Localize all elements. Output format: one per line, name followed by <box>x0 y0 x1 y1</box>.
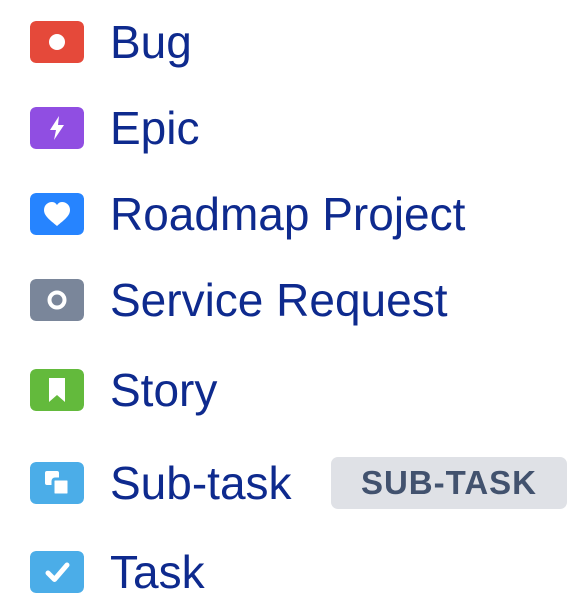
subtask-icon <box>30 462 84 504</box>
task-icon <box>30 551 84 593</box>
issue-type-label: Epic <box>110 102 200 154</box>
sub-task-badge: SUB-TASK <box>331 457 567 509</box>
issue-type-list: Bug Epic Roadmap Project Service Request <box>0 0 570 598</box>
issue-type-label: Story <box>110 364 218 416</box>
issue-type-label: Roadmap Project <box>110 188 466 240</box>
issue-type-story[interactable]: Story <box>0 348 570 432</box>
issue-type-task[interactable]: Task <box>0 530 570 614</box>
issue-type-sub-task[interactable]: Sub-task SUB-TASK <box>0 441 570 525</box>
issue-type-label: Service Request <box>110 274 448 326</box>
story-icon <box>30 369 84 411</box>
epic-icon <box>30 107 84 149</box>
issue-type-label: Sub-task <box>110 457 292 509</box>
issue-type-label: Task <box>110 546 205 598</box>
service-request-icon <box>30 279 84 321</box>
bug-icon <box>30 21 84 63</box>
issue-type-roadmap-project[interactable]: Roadmap Project <box>0 172 570 256</box>
issue-type-bug[interactable]: Bug <box>0 0 570 84</box>
roadmap-heart-icon <box>30 193 84 235</box>
issue-type-label: Bug <box>110 16 192 68</box>
issue-type-epic[interactable]: Epic <box>0 86 570 170</box>
issue-type-service-request[interactable]: Service Request <box>0 258 570 342</box>
